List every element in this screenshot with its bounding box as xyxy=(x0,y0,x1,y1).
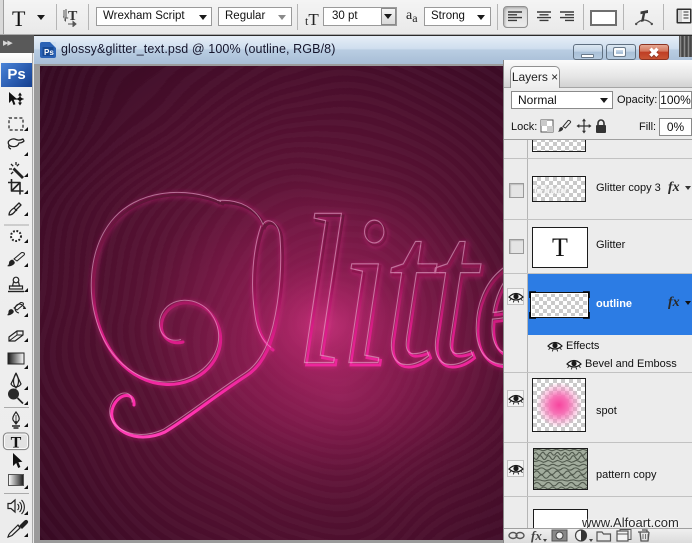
svg-text:fx: fx xyxy=(531,528,542,543)
svg-text:Ps: Ps xyxy=(44,48,54,57)
svg-text:T: T xyxy=(11,435,22,452)
svg-text:litte: litte xyxy=(295,172,504,410)
